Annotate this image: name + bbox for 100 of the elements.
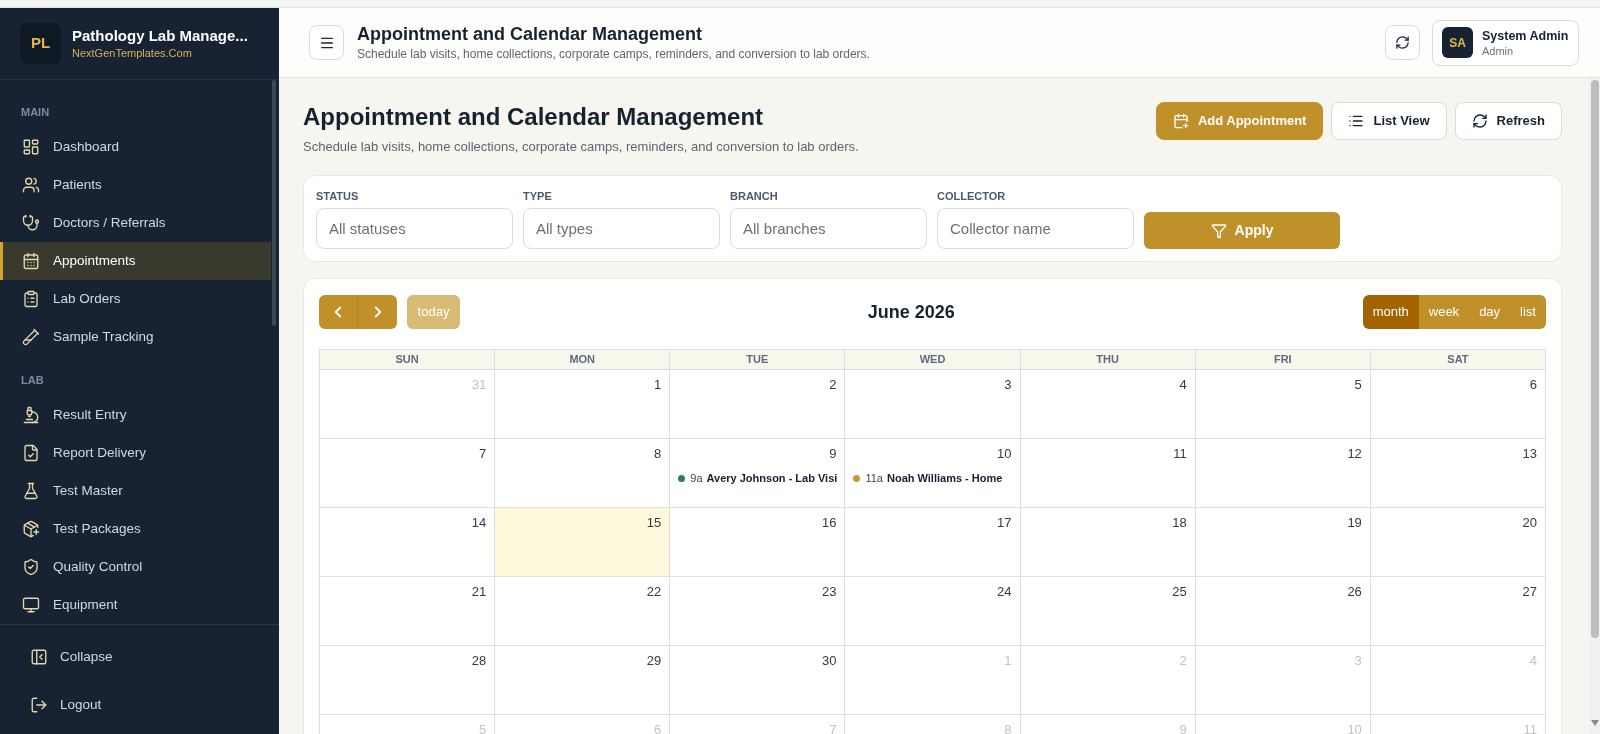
page-subtitle: Schedule lab visits, home collections, corporate camps, reminders, and conversion to lab orders. <box>303 138 859 156</box>
day-number: 11 <box>1173 445 1187 462</box>
day-cell[interactable]: 8 <box>495 439 671 508</box>
day-cell[interactable]: 10 11a Noah Williams - Home <box>845 439 1021 508</box>
day-cell[interactable]: 1 <box>495 370 671 439</box>
test-tube-icon <box>22 328 40 346</box>
filter-label: COLLECTOR <box>937 189 1006 203</box>
day-number: 9 <box>1179 721 1187 734</box>
refresh-button[interactable] <box>1385 25 1420 60</box>
sidebar-footer-item[interactable]: Collapse <box>0 633 121 681</box>
filter-field[interactable]: All branches <box>730 208 927 249</box>
day-cell[interactable]: 19 <box>1195 508 1371 577</box>
day-number: 23 <box>821 583 837 600</box>
day-number: 7 <box>829 721 837 734</box>
day-cell[interactable]: 2 <box>670 370 846 439</box>
calendar-title: June 2026 <box>867 300 955 324</box>
day-cell[interactable]: 6 <box>1370 370 1546 439</box>
package-plus-icon <box>22 520 40 538</box>
day-number: 22 <box>646 583 662 600</box>
user-avatar: SA <box>1442 27 1473 58</box>
scrollbar-thumb[interactable] <box>1590 80 1599 638</box>
previous-month-button[interactable] <box>319 295 358 329</box>
day-number: 20 <box>1522 514 1537 531</box>
day-cell[interactable]: 29 <box>495 646 671 715</box>
menu-button[interactable] <box>309 25 344 60</box>
event-title[interactable]: Avery Johnson - Lab Visi <box>706 470 838 486</box>
filter-label: STATUS <box>316 189 359 203</box>
day-cell[interactable]: 20 <box>1370 508 1546 577</box>
day-cell[interactable]: 30 <box>670 646 846 715</box>
user-menu[interactable]: SA System Admin Admin <box>1432 19 1579 66</box>
day-cell[interactable]: 13 <box>1370 439 1546 508</box>
view-tab[interactable]: month <box>1362 295 1419 329</box>
day-number: 10 <box>1347 721 1362 734</box>
day-number: 15 <box>646 514 662 531</box>
weekday-header: SAT <box>1370 350 1546 370</box>
day-cell[interactable]: 14 <box>320 508 496 577</box>
day-cell[interactable]: 25 <box>1020 577 1196 646</box>
day-cell[interactable]: 16 <box>670 508 846 577</box>
nav-item[interactable]: Equipment <box>0 586 271 624</box>
day-cell[interactable]: 26 <box>1195 577 1371 646</box>
filter-field[interactable]: All statuses <box>316 208 513 249</box>
nav-item[interactable]: Appointments <box>0 242 271 280</box>
day-number: 7 <box>478 445 487 462</box>
day-number: 2 <box>1179 652 1187 669</box>
day-cell[interactable]: 24 <box>845 577 1021 646</box>
action-button[interactable]: List View <box>1331 102 1447 140</box>
weekday-header: TUE <box>670 350 846 370</box>
day-number: 1 <box>1004 652 1012 669</box>
day-cell[interactable]: 3 <box>845 370 1021 439</box>
action-button[interactable]: Refresh <box>1454 102 1562 140</box>
day-cell[interactable]: 23 <box>670 577 846 646</box>
day-number: 10 <box>997 445 1012 462</box>
day-number: 18 <box>1172 514 1187 531</box>
next-month-button[interactable] <box>358 295 397 329</box>
day-cell[interactable]: 5 <box>1195 370 1371 439</box>
day-number: 30 <box>821 652 837 669</box>
day-number: 24 <box>997 583 1012 600</box>
page-title: Appointment and Calendar Management <box>303 102 765 132</box>
nav-item[interactable]: Sample Tracking <box>0 318 271 356</box>
nav-item[interactable]: Lab Orders <box>0 280 271 318</box>
nav-item[interactable]: Dashboard <box>0 128 271 166</box>
app-subtitle: NextGenTemplates.Com <box>72 46 193 61</box>
day-cell[interactable]: 17 <box>845 508 1021 577</box>
day-cell[interactable]: 22 <box>495 577 671 646</box>
weekday-header: WED <box>845 350 1021 370</box>
filter-field[interactable]: Collector name <box>937 208 1134 249</box>
day-number: 17 <box>997 514 1012 531</box>
day-cell[interactable]: 18 <box>1020 508 1196 577</box>
day-cell[interactable]: 9 9a Avery Johnson - Lab Visi <box>670 439 846 508</box>
nav-item[interactable]: Quality Control <box>0 548 271 586</box>
monitor-icon <box>22 596 40 614</box>
nav-item[interactable]: Patients <box>0 166 271 204</box>
event-title[interactable]: Noah Williams - Home <box>886 470 1003 486</box>
users-icon <box>22 176 40 194</box>
flask-icon <box>22 482 40 500</box>
day-number: 3 <box>1004 376 1012 393</box>
day-cell[interactable]: 15 <box>495 508 671 577</box>
day-cell[interactable]: 7 <box>320 439 496 508</box>
nav-item[interactable]: Doctors / Referrals <box>0 204 271 242</box>
page-scrollbar[interactable] <box>1589 78 1600 734</box>
nav-item[interactable]: Report Delivery <box>0 434 271 472</box>
filter-icon <box>1210 222 1227 239</box>
scroll-down-arrow-icon[interactable] <box>1590 720 1599 726</box>
list-icon <box>1348 113 1365 129</box>
nav-item[interactable]: Test Master <box>0 472 271 510</box>
filter-field[interactable]: All types <box>523 208 720 249</box>
app-title: Pathology Lab Manage... <box>72 26 248 46</box>
day-cell[interactable]: 11 <box>1020 439 1196 508</box>
day-cell[interactable]: 28 <box>320 646 496 715</box>
day-cell[interactable]: 27 <box>1370 577 1546 646</box>
day-number: 12 <box>1347 445 1362 462</box>
nav-item[interactable]: Test Packages <box>0 510 271 548</box>
day-cell[interactable]: 12 <box>1195 439 1371 508</box>
day-cell[interactable]: 21 <box>320 577 496 646</box>
user-name: System Admin <box>1482 27 1569 44</box>
sidebar-footer-item[interactable]: Logout <box>0 681 110 729</box>
stethoscope-icon <box>22 214 40 232</box>
day-cell[interactable]: 4 <box>1020 370 1196 439</box>
nav-item[interactable]: Result Entry <box>0 396 271 434</box>
sidebar-scrollbar-thumb[interactable] <box>272 80 276 326</box>
